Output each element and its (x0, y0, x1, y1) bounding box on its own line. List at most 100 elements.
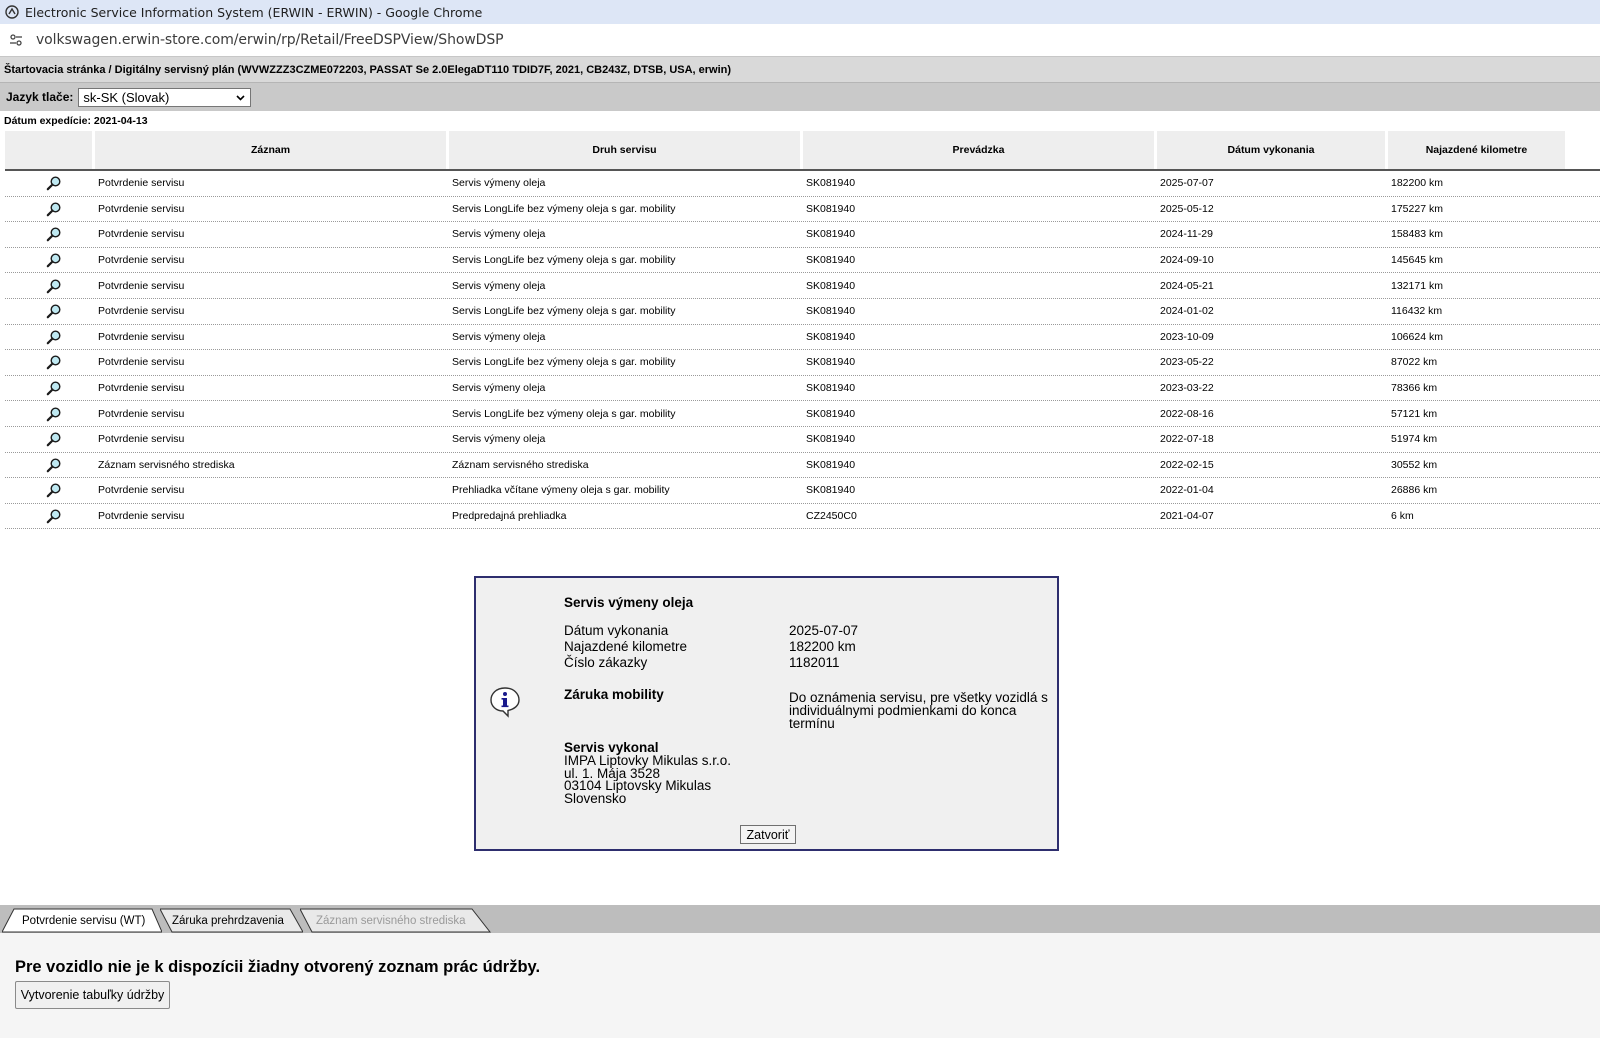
row-icon-cell (5, 175, 92, 191)
cell-workshop: SK081940 (806, 202, 856, 215)
row-icon-cell (5, 457, 92, 473)
magnifier-icon[interactable] (46, 303, 62, 319)
dialog-title: Servis výmeny oleja (564, 595, 694, 610)
table-row: Potvrdenie servisu Servis LongLife bez vý… (5, 248, 1600, 274)
table-row: Potvrdenie servisu Servis LongLife bez vý… (5, 401, 1600, 427)
cell-record: Potvrdenie servisu (98, 254, 185, 267)
cell-workshop: CZ2450C0 (806, 510, 857, 523)
cell-record: Potvrdenie servisu (98, 177, 185, 190)
print-language-value: sk-SK (Slovak) (83, 89, 170, 105)
cell-service-type: Servis výmeny oleja (452, 433, 546, 446)
cell-record: Potvrdenie servisu (98, 433, 185, 446)
magnifier-icon[interactable] (46, 278, 62, 294)
row-icon-cell (5, 354, 92, 370)
close-button[interactable]: Zatvoriť (740, 825, 796, 844)
breadcrumb[interactable]: Štartovacia stránka / Digitálny servisný… (4, 64, 731, 76)
cell-km: 26886 km (1391, 484, 1438, 497)
cell-km: 158483 km (1391, 228, 1443, 241)
cell-workshop: SK081940 (806, 484, 856, 497)
magnifier-icon[interactable] (46, 175, 62, 191)
cell-workshop: SK081940 (806, 330, 856, 343)
km-value: 182200 km (789, 639, 856, 654)
row-icon-cell (5, 252, 92, 268)
magnifier-icon[interactable] (46, 380, 62, 396)
service-detail-dialog: Servis výmeny oleja Dátum vykonania 2025… (474, 576, 1059, 851)
table-row: Záznam servisného strediska Záznam servis… (5, 453, 1600, 479)
cell-workshop: SK081940 (806, 228, 856, 241)
row-icon-cell (5, 278, 92, 294)
tab-rust-warranty[interactable]: Záruka prehrdzavenia (160, 908, 303, 933)
table-body: Potvrdenie servisu Servis výmeny oleja SK0… (5, 171, 1600, 530)
cell-workshop: SK081940 (806, 458, 856, 471)
table-row: Potvrdenie servisu Servis výmeny oleja SK0… (5, 427, 1600, 453)
magnifier-icon[interactable] (46, 226, 62, 242)
mobility-text: Do oznámenia servisu, pre všetky vozidlá… (789, 690, 1048, 731)
cell-service-type: Záznam servisného strediska (452, 458, 589, 471)
chevron-down-icon (236, 94, 245, 101)
tab-label: Potvrdenie servisu (WT) (22, 914, 146, 927)
magnifier-icon[interactable] (46, 431, 62, 447)
km-label: Najazdené kilometre (564, 639, 688, 654)
magnifier-icon[interactable] (46, 354, 62, 370)
cell-km: 51974 km (1391, 433, 1438, 446)
magnifier-icon[interactable] (46, 406, 62, 422)
cell-record: Potvrdenie servisu (98, 484, 185, 497)
cell-service-type: Servis výmeny oleja (452, 330, 546, 343)
browser-titlebar: Electronic Service Information System (E… (0, 0, 1600, 24)
cell-service-type: Servis LongLife bez výmeny oleja s gar. … (452, 407, 676, 420)
print-language-select[interactable]: sk-SK (Slovak) (78, 87, 252, 107)
cell-km: 106624 km (1391, 330, 1443, 343)
cell-record: Potvrdenie servisu (98, 382, 185, 395)
cell-record: Potvrdenie servisu (98, 279, 185, 292)
cell-km: 57121 km (1391, 407, 1438, 420)
cell-km: 78366 km (1391, 382, 1438, 395)
magnifier-icon[interactable] (46, 201, 62, 217)
table-row: Potvrdenie servisu Servis výmeny oleja SK0… (5, 325, 1600, 351)
magnifier-icon[interactable] (46, 252, 62, 268)
cell-record: Potvrdenie servisu (98, 202, 185, 215)
table-header: Záznam Druh servisu Prevádzka Dátum vyko… (5, 131, 1600, 171)
magnifier-icon[interactable] (46, 329, 62, 345)
cell-record: Potvrdenie servisu (98, 228, 185, 241)
url-text[interactable]: volkswagen.erwin-store.com/erwin/rp/Reta… (36, 32, 504, 48)
cell-workshop: SK081940 (806, 254, 856, 267)
print-language-label: Jazyk tlače: (6, 90, 74, 104)
cell-service-type: Servis LongLife bez výmeny oleja s gar. … (452, 305, 676, 318)
tab-service-confirmation[interactable]: Potvrdenie servisu (WT) (2, 908, 162, 933)
row-icon-cell (5, 380, 92, 396)
cell-date: 2022-02-15 (1160, 458, 1214, 471)
cell-service-type: Servis výmeny oleja (452, 279, 546, 292)
magnifier-icon[interactable] (46, 482, 62, 498)
table-row: Potvrdenie servisu Servis výmeny oleja SK0… (5, 222, 1600, 248)
cell-record: Potvrdenie servisu (98, 356, 185, 369)
cell-service-type: Servis LongLife bez výmeny oleja s gar. … (452, 202, 676, 215)
cell-km: 145645 km (1391, 254, 1443, 267)
row-icon-cell (5, 303, 92, 319)
date-value: 2025-07-07 (789, 623, 859, 638)
cell-date: 2024-01-02 (1160, 305, 1214, 318)
table-row: Potvrdenie servisu Servis výmeny oleja SK0… (5, 171, 1600, 197)
table-row: Potvrdenie servisu Predpredajná prehliadk… (5, 504, 1600, 530)
cell-workshop: SK081940 (806, 356, 856, 369)
address-bar[interactable]: volkswagen.erwin-store.com/erwin/rp/Reta… (0, 24, 1600, 57)
cell-service-type: Servis LongLife bez výmeny oleja s gar. … (452, 356, 676, 369)
cell-km: 6 km (1391, 510, 1414, 523)
column-header-km: Najazdené kilometre (1388, 131, 1565, 169)
mobility-label: Záruka mobility (564, 687, 664, 702)
create-maintenance-table-button[interactable]: Vytvorenie tabuľky údržby (15, 981, 170, 1009)
no-maintenance-message: Pre vozidlo nie je k dispozícii žiadny o… (15, 958, 541, 976)
cell-record: Potvrdenie servisu (98, 330, 185, 343)
cell-km: 132171 km (1391, 279, 1443, 292)
expedition-date: Dátum expedície: 2021-04-13 (4, 115, 148, 127)
service-history-table: Záznam Druh servisu Prevádzka Dátum vyko… (5, 131, 1600, 530)
magnifier-icon[interactable] (46, 457, 62, 473)
window-title: Electronic Service Information System (E… (25, 4, 483, 20)
column-header-date: Dátum vykonania (1157, 131, 1385, 169)
magnifier-icon[interactable] (46, 508, 62, 524)
site-settings-icon[interactable] (8, 32, 24, 48)
row-icon-cell (5, 329, 92, 345)
row-icon-cell (5, 226, 92, 242)
column-header-icon (5, 131, 92, 169)
cell-km: 116432 km (1391, 305, 1443, 318)
cell-date: 2023-05-22 (1160, 356, 1214, 369)
